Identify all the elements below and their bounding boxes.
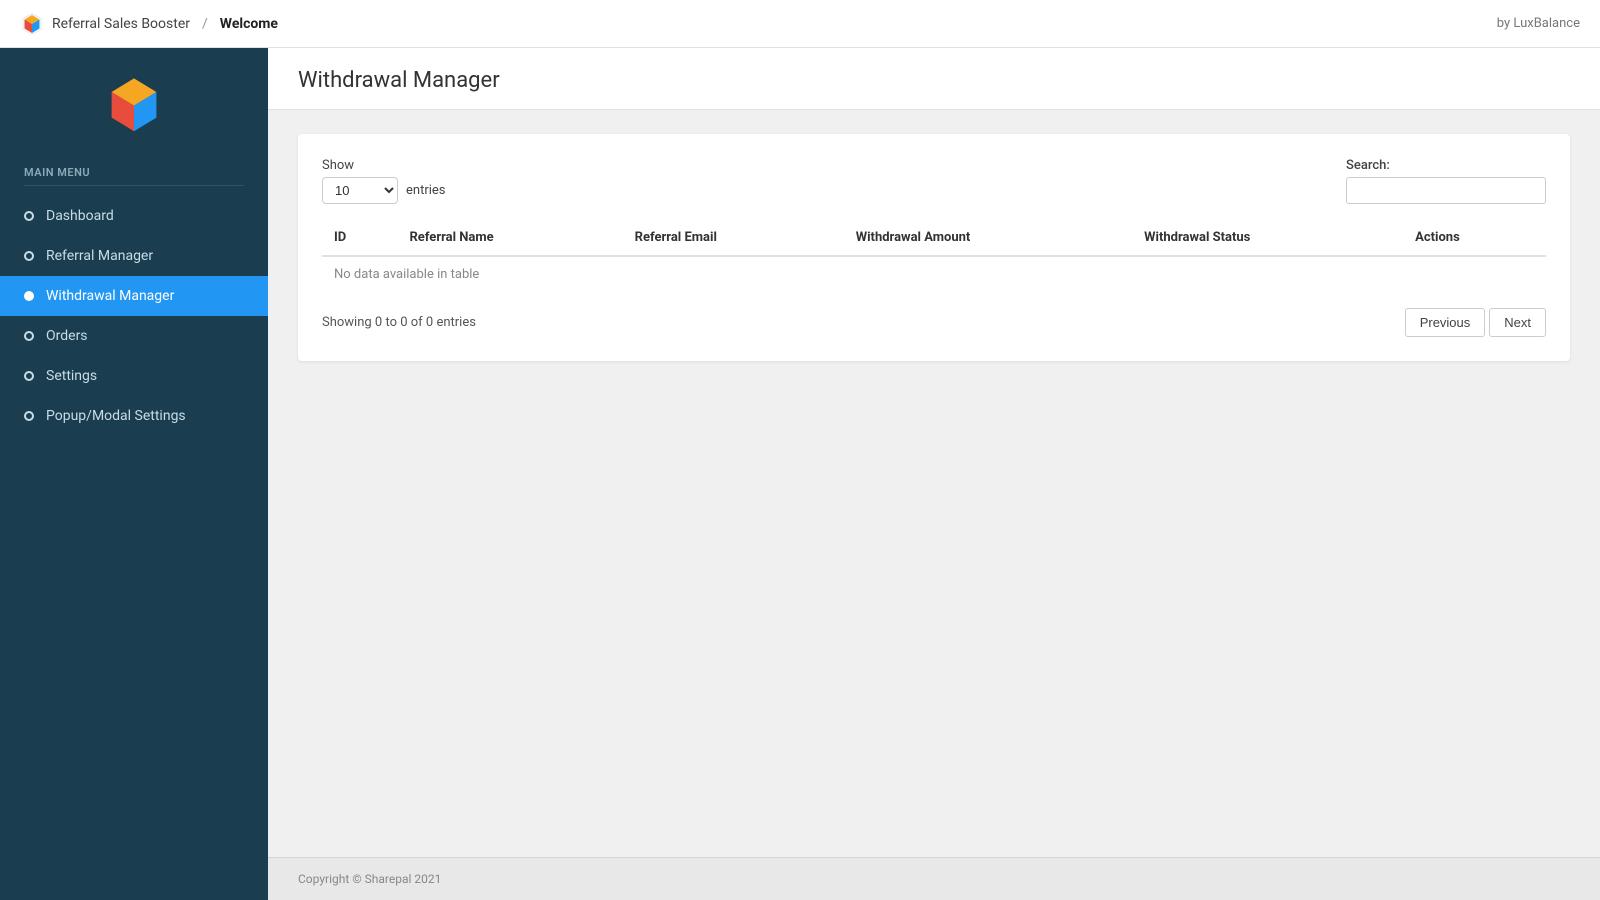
search-input[interactable] xyxy=(1346,177,1546,204)
table-head: ID Referral Name Referral Email Withdraw… xyxy=(322,220,1546,256)
withdrawal-card: Show 10 25 50 100 entries Search xyxy=(298,134,1570,361)
col-referral-name: Referral Name xyxy=(397,220,622,256)
table-header-row: ID Referral Name Referral Email Withdraw… xyxy=(322,220,1546,256)
previous-button[interactable]: Previous xyxy=(1405,308,1486,337)
sidebar-item-popup-modal-settings[interactable]: Popup/Modal Settings xyxy=(0,396,268,436)
sidebar-dot-referral-manager xyxy=(24,251,34,261)
search-label: Search: xyxy=(1346,158,1546,173)
col-referral-email: Referral Email xyxy=(623,220,844,256)
col-withdrawal-amount: Withdrawal Amount xyxy=(844,220,1132,256)
pagination: Previous Next xyxy=(1405,308,1546,337)
sidebar: Main Menu Dashboard Referral Manager Wit… xyxy=(0,48,268,900)
sidebar-label-orders: Orders xyxy=(46,328,88,344)
sidebar-menu-label: Main Menu xyxy=(0,156,268,185)
main-header: Withdrawal Manager xyxy=(268,48,1600,110)
sidebar-item-dashboard[interactable]: Dashboard xyxy=(0,196,268,236)
topbar-left: Referral Sales Booster / Welcome xyxy=(20,12,278,36)
sidebar-dot-popup xyxy=(24,411,34,421)
sidebar-divider xyxy=(24,185,244,186)
sidebar-dot-settings xyxy=(24,371,34,381)
topbar-page: Welcome xyxy=(220,16,278,32)
sidebar-label-settings: Settings xyxy=(46,368,97,384)
sidebar-item-withdrawal-manager[interactable]: Withdrawal Manager xyxy=(0,276,268,316)
table-body: No data available in table xyxy=(322,256,1546,292)
showing-text: Showing 0 to 0 of 0 entries xyxy=(322,315,476,330)
topbar-separator: / xyxy=(202,16,208,32)
layout: Main Menu Dashboard Referral Manager Wit… xyxy=(0,48,1600,900)
show-label: Show xyxy=(322,158,446,173)
sidebar-dot-orders xyxy=(24,331,34,341)
footer: Copyright © Sharepal 2021 xyxy=(268,857,1600,900)
table-controls-top: Show 10 25 50 100 entries Search xyxy=(322,158,1546,204)
copyright-text: Copyright © Sharepal 2021 xyxy=(298,872,441,886)
sidebar-label-popup: Popup/Modal Settings xyxy=(46,408,186,424)
topbar-logo-icon xyxy=(20,12,44,36)
entries-select[interactable]: 10 25 50 100 xyxy=(322,177,398,204)
sidebar-label-dashboard: Dashboard xyxy=(46,208,114,224)
sidebar-label-withdrawal-manager: Withdrawal Manager xyxy=(46,288,174,304)
col-actions: Actions xyxy=(1403,220,1546,256)
sidebar-dot-withdrawal-manager xyxy=(24,291,34,301)
search-area: Search: xyxy=(1346,158,1546,204)
entries-label: entries xyxy=(406,183,446,198)
sidebar-logo-area xyxy=(0,48,268,156)
no-data-cell: No data available in table xyxy=(322,256,1546,292)
table-row-no-data: No data available in table xyxy=(322,256,1546,292)
sidebar-item-referral-manager[interactable]: Referral Manager xyxy=(0,236,268,276)
main-content: Withdrawal Manager Show 10 25 50 100 xyxy=(268,48,1600,900)
topbar: Referral Sales Booster / Welcome by LuxB… xyxy=(0,0,1600,48)
show-entries-group: Show 10 25 50 100 entries xyxy=(322,158,446,204)
sidebar-dot-dashboard xyxy=(24,211,34,221)
topbar-by: by LuxBalance xyxy=(1497,16,1580,31)
sidebar-item-settings[interactable]: Settings xyxy=(0,356,268,396)
show-entries-row: 10 25 50 100 entries xyxy=(322,177,446,204)
app-name: Referral Sales Booster xyxy=(52,16,190,32)
sidebar-item-orders[interactable]: Orders xyxy=(0,316,268,356)
sidebar-label-referral-manager: Referral Manager xyxy=(46,248,153,264)
col-id: ID xyxy=(322,220,397,256)
col-withdrawal-status: Withdrawal Status xyxy=(1132,220,1403,256)
main-body: Show 10 25 50 100 entries Search xyxy=(268,110,1600,857)
data-table: ID Referral Name Referral Email Withdraw… xyxy=(322,220,1546,292)
page-title: Withdrawal Manager xyxy=(298,68,1570,93)
table-footer: Showing 0 to 0 of 0 entries Previous Nex… xyxy=(322,308,1546,337)
next-button[interactable]: Next xyxy=(1489,308,1546,337)
sidebar-logo-icon xyxy=(102,72,166,136)
